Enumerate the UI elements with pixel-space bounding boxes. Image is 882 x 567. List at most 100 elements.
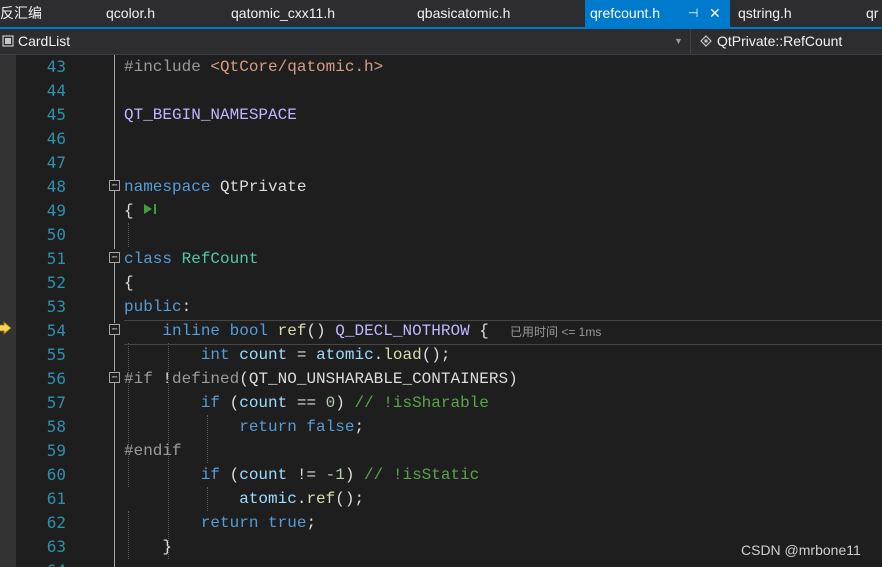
operator: !=: [287, 466, 326, 484]
tab-label: qr: [866, 5, 879, 21]
pin-icon[interactable]: ⊣: [688, 0, 698, 27]
indicator-margin[interactable]: [0, 55, 16, 567]
brace: }: [162, 538, 173, 556]
tab-disassembly[interactable]: 反汇编: [0, 0, 98, 27]
outline-line: [114, 263, 115, 323]
code-line[interactable]: class RefCount: [124, 247, 258, 271]
line-number: 46: [46, 129, 66, 148]
include-path: <QtCore/qatomic.h>: [210, 58, 384, 76]
outline-line: [114, 335, 115, 371]
number-literal: 0: [325, 394, 336, 412]
punctuation: (: [220, 466, 240, 484]
code-line[interactable]: if (count == 0) // !isSharable: [124, 391, 489, 415]
punctuation: ;: [306, 514, 317, 532]
comment: // !isSharable: [344, 394, 489, 412]
dropdown-arrow-icon: ▼: [674, 36, 683, 46]
function-name: ref: [306, 490, 336, 508]
code-editor[interactable]: 43 44 45 46 47 48 49 50 51 52 53 54 55 5…: [0, 55, 882, 567]
fold-toggle[interactable]: −: [109, 372, 120, 383]
line-number: 55: [46, 345, 66, 364]
operator: ==: [287, 394, 326, 412]
tab-label: qcolor.h: [106, 5, 156, 21]
tab-qcolor[interactable]: qcolor.h: [106, 0, 216, 27]
variable: atomic: [239, 490, 297, 508]
document-tab-strip: 反汇编 qcolor.h qatomic_cxx11.h qbasicatomi…: [0, 0, 882, 27]
line-number: 56: [46, 369, 66, 388]
preprocessor-directive: #endif: [124, 442, 182, 460]
class-icon: [2, 35, 14, 47]
tab-overflow[interactable]: qr: [866, 0, 882, 27]
member-label: QtPrivate::RefCount: [717, 33, 843, 49]
line-number: 49: [46, 201, 66, 220]
line-number: 51: [46, 249, 66, 268]
code-line[interactable]: atomic.ref();: [124, 487, 364, 511]
line-number: 50: [46, 225, 66, 244]
code-line[interactable]: {: [124, 199, 134, 223]
keyword: inline: [162, 322, 221, 340]
variable: count: [239, 346, 288, 364]
code-line-current[interactable]: inline bool ref() Q_DECL_NOTHROW {: [124, 319, 489, 343]
line-number: 48: [46, 177, 66, 196]
code-line[interactable]: #include <QtCore/qatomic.h>: [124, 55, 383, 79]
variable: count: [239, 466, 288, 484]
line-number: 54: [46, 321, 66, 340]
code-line[interactable]: }: [124, 535, 172, 559]
code-line[interactable]: int count = atomic.load();: [124, 343, 451, 367]
perf-tip[interactable]: 已用时间 <= 1ms: [510, 321, 601, 343]
keyword: if: [200, 394, 221, 412]
line-number: 47: [46, 153, 66, 172]
indent-guide: [128, 223, 129, 247]
line-number: 44: [46, 81, 66, 100]
line-number: 53: [46, 297, 66, 316]
keyword: defined: [172, 370, 240, 388]
scope-dropdown[interactable]: CardList ▼: [0, 29, 688, 54]
tab-qrefcount-active[interactable]: qrefcount.h ⊣ ✕: [585, 0, 730, 27]
struct-icon: [700, 35, 712, 47]
punctuation: .: [296, 490, 307, 508]
fold-toggle[interactable]: −: [109, 180, 120, 191]
line-number: 61: [46, 489, 66, 508]
comment: // !isStatic: [354, 466, 480, 484]
identifier: QtPrivate: [210, 178, 307, 196]
punctuation: .: [373, 346, 384, 364]
line-number: 57: [46, 393, 66, 412]
code-line[interactable]: return true;: [124, 511, 316, 535]
member-dropdown[interactable]: QtPrivate::RefCount: [690, 29, 882, 54]
punctuation: :: [181, 298, 192, 316]
tab-qbasicatomic[interactable]: qbasicatomic.h: [417, 0, 577, 27]
tab-label: qstring.h: [738, 5, 792, 21]
code-line[interactable]: {: [124, 271, 134, 295]
line-number: 45: [46, 105, 66, 124]
run-to-click-icon[interactable]: [143, 202, 159, 216]
number-literal: -1: [325, 466, 345, 484]
brace: {: [124, 274, 134, 292]
fold-toggle[interactable]: −: [109, 324, 120, 335]
keyword: int: [200, 346, 230, 364]
preprocessor-directive: #if: [124, 370, 153, 388]
tab-qstring[interactable]: qstring.h: [738, 0, 848, 27]
code-line[interactable]: QT_BEGIN_NAMESPACE: [124, 103, 297, 127]
code-line[interactable]: #endif: [124, 439, 182, 463]
punctuation: ;: [354, 418, 365, 436]
function-name: ref: [277, 322, 307, 340]
keyword: true: [258, 514, 307, 532]
keyword: public: [124, 298, 182, 316]
code-line[interactable]: namespace QtPrivate: [124, 175, 306, 199]
tab-qatomic-cxx11[interactable]: qatomic_cxx11.h: [231, 0, 401, 27]
close-icon[interactable]: ✕: [709, 0, 721, 27]
keyword: namespace: [124, 178, 211, 196]
code-line[interactable]: return false;: [124, 415, 364, 439]
line-number: 43: [46, 57, 66, 76]
watermark: CSDN @mrbone11: [741, 542, 861, 558]
punctuation: (): [306, 322, 326, 340]
fold-toggle[interactable]: −: [109, 252, 120, 263]
code-line[interactable]: if (count != -1) // !isStatic: [124, 463, 479, 487]
outline-line: [114, 55, 115, 181]
code-line[interactable]: #if !defined(QT_NO_UNSHARABLE_CONTAINERS…: [124, 367, 518, 391]
scope-label: CardList: [18, 33, 71, 49]
macro: QT_BEGIN_NAMESPACE: [124, 106, 297, 124]
keyword: if: [200, 466, 221, 484]
preprocessor-directive: #include: [124, 58, 211, 76]
variable: atomic: [316, 346, 374, 364]
code-line[interactable]: public:: [124, 295, 191, 319]
